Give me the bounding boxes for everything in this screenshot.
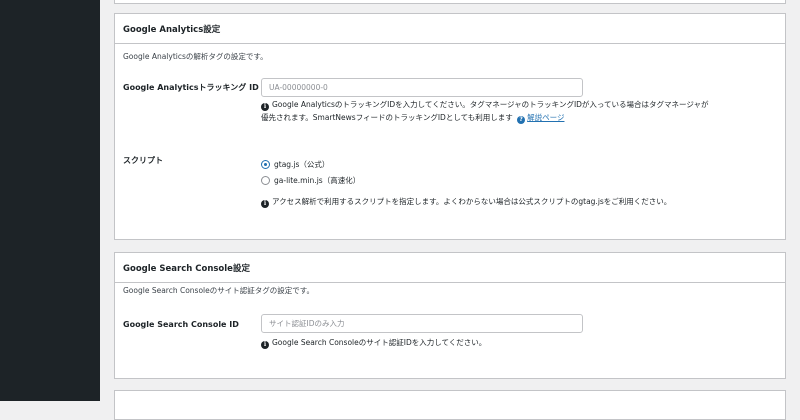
radio-button-ga-lite[interactable]	[261, 176, 270, 185]
tracking-id-help-text-1: Google AnalyticsのトラッキングIDを入力してください。タグマネー…	[272, 100, 709, 109]
search-console-id-input[interactable]	[261, 314, 583, 333]
script-label: スクリプト	[123, 156, 163, 165]
tracking-id-label: Google Analyticsトラッキング ID	[123, 83, 259, 92]
radio-option-ga-lite[interactable]: ga-lite.min.js（高速化）	[261, 174, 360, 187]
google-search-console-settings-panel: Google Search Console設定 Google Search Co…	[114, 252, 786, 379]
info-icon: i	[261, 103, 269, 111]
google-analytics-settings-panel: Google Analytics設定 Google Analyticsの解析タグ…	[114, 13, 786, 240]
radio-button-gtag[interactable]	[261, 160, 270, 169]
script-help: i アクセス解析で利用するスクリプトを指定します。よくわからない場合は公式スクリプ…	[261, 195, 781, 208]
panel-description: Google Search Consoleのサイト認証タグの設定です。	[123, 286, 315, 295]
next-settings-panel	[114, 390, 786, 420]
panel-title: Google Search Console設定	[123, 263, 250, 274]
info-icon: i	[261, 341, 269, 349]
radio-label-ga-lite: ga-lite.min.js（高速化）	[274, 176, 361, 185]
search-console-id-help-text: Google Search Consoleのサイト認証IDを入力してください。	[272, 338, 487, 347]
radio-option-gtag[interactable]: gtag.js（公式）	[261, 158, 329, 171]
panel-description: Google Analyticsの解析タグの設定です。	[123, 52, 268, 61]
admin-sidebar	[0, 0, 100, 401]
script-help-text: アクセス解析で利用するスクリプトを指定します。よくわからない場合は公式スクリプト…	[272, 197, 672, 206]
tracking-id-help-text-2: 優先されます。SmartNewsフィードのトラッキングIDとしても利用します	[261, 113, 513, 122]
help-page-link[interactable]: 解説ページ	[527, 113, 564, 122]
panel-header: Google Analytics設定	[115, 14, 785, 44]
radio-label-gtag: gtag.js（公式）	[274, 160, 330, 169]
tracking-id-help: i Google AnalyticsのトラッキングIDを入力してください。タグマネ…	[261, 98, 781, 124]
panel-title: Google Analytics設定	[123, 24, 221, 35]
panel-header: Google Search Console設定	[115, 253, 785, 283]
question-circle-icon: ?	[517, 116, 526, 124]
search-console-id-label: Google Search Console ID	[123, 320, 239, 329]
search-console-id-help: i Google Search Consoleのサイト認証IDを入力してください。	[261, 336, 781, 349]
previous-settings-panel	[114, 0, 786, 4]
tracking-id-input[interactable]	[261, 78, 583, 97]
info-icon: i	[261, 200, 269, 208]
